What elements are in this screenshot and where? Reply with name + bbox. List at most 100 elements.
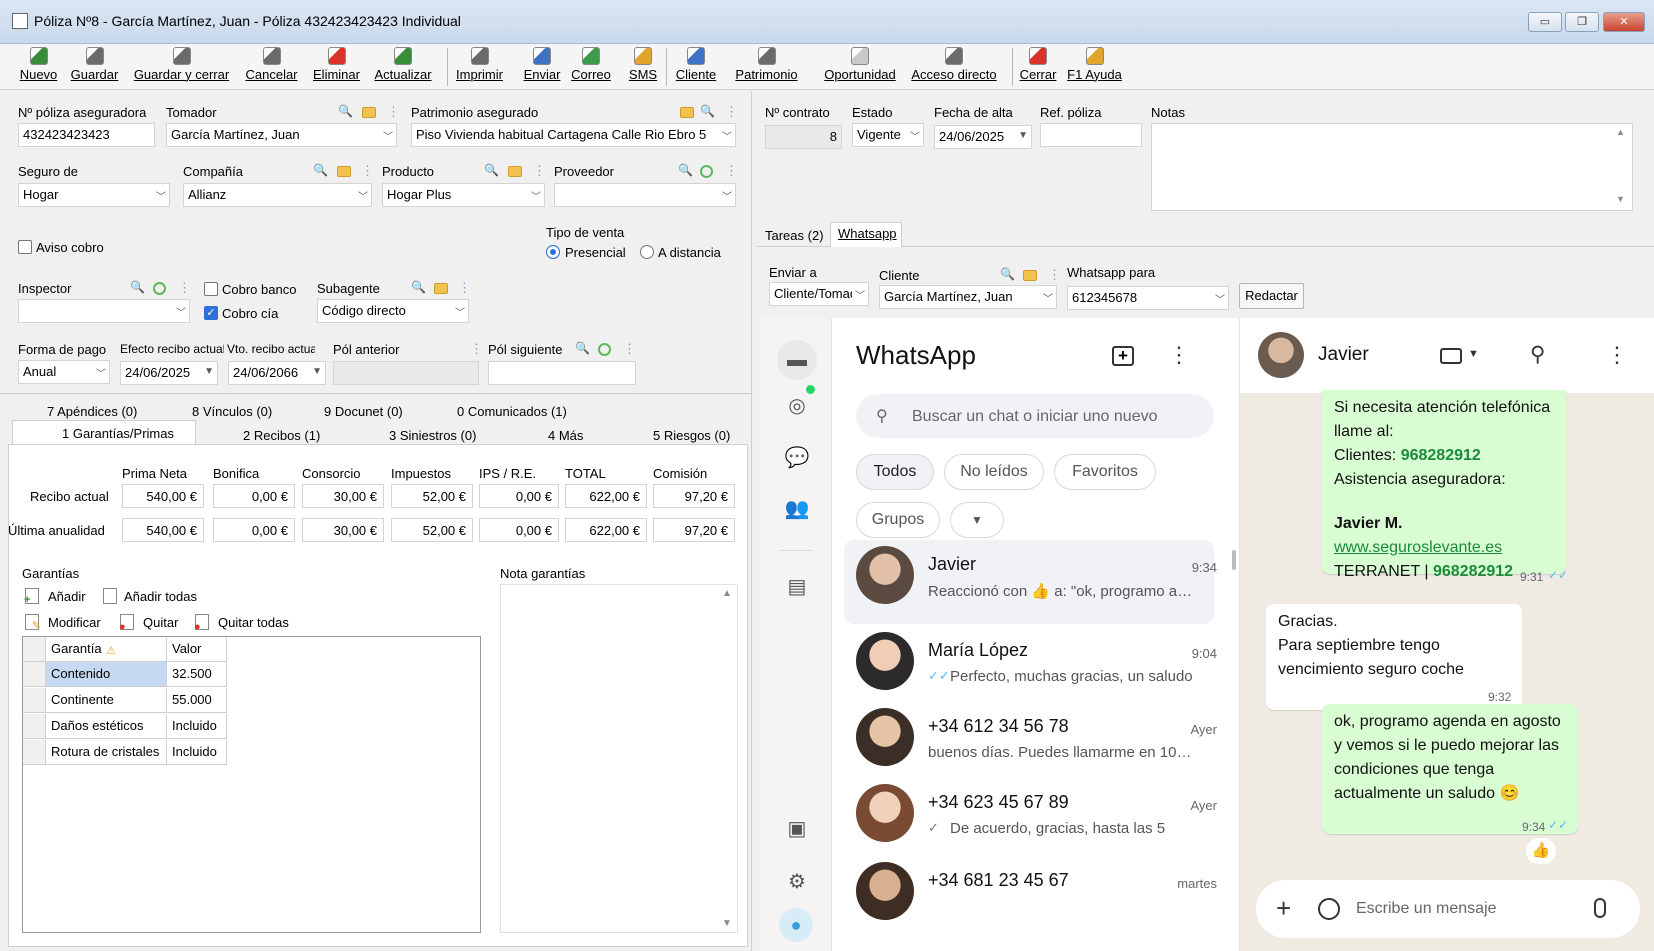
chip-more-dropdown[interactable]: ▼	[950, 502, 1004, 538]
tab-apendices[interactable]: 7 Apéndices (0)	[47, 404, 137, 419]
chip-todos[interactable]: Todos	[856, 454, 934, 490]
search-icon[interactable]: ⚲	[1530, 342, 1545, 367]
primas-value[interactable]: 0,00 €	[213, 484, 295, 508]
primas-value[interactable]: 0,00 €	[479, 484, 559, 508]
seguro-select[interactable]: Hogar ﹀	[18, 183, 170, 207]
row-header-cell[interactable]	[23, 637, 46, 662]
toolbar-cliente-button[interactable]: Cliente	[674, 44, 718, 90]
cobro-cia-checkbox[interactable]: ✓	[204, 306, 218, 320]
subagente-select[interactable]: Código directo ﹀	[317, 299, 469, 323]
more-icon[interactable]: ⋮	[387, 104, 400, 120]
close-window-button[interactable]: ✕	[1603, 12, 1645, 32]
scroll-down-icon[interactable]: ▼	[722, 918, 732, 929]
tab-garantias[interactable]: 1 Garantías/Primas	[62, 426, 174, 441]
tab-siniestros[interactable]: 3 Siniestros (0)	[389, 428, 476, 443]
more-icon[interactable]: ⋮	[1048, 267, 1061, 283]
toolbar-acceso-directo-button[interactable]: Acceso directo	[908, 44, 1000, 90]
attach-icon[interactable]: +	[1276, 893, 1291, 924]
search-icon[interactable]: 🔍	[575, 341, 590, 355]
garantia-name-cell[interactable]: Continente	[46, 688, 167, 713]
chip-grupos[interactable]: Grupos	[856, 502, 940, 538]
col-header-valor[interactable]: Valor	[167, 637, 227, 662]
garantia-name-cell[interactable]: Contenido	[46, 662, 167, 687]
search-placeholder[interactable]: Buscar un chat o iniciar uno nuevo	[912, 408, 1157, 426]
chip-favoritos[interactable]: Favoritos	[1054, 454, 1156, 490]
search-icon[interactable]: 🔍	[313, 163, 328, 177]
garantia-value-cell[interactable]: Incluido	[167, 740, 227, 765]
more-icon[interactable]: ⋮	[458, 280, 471, 296]
chats-icon[interactable]: ▬	[777, 340, 817, 380]
phone-number[interactable]: 968282912	[1401, 447, 1481, 464]
primas-value[interactable]: 30,00 €	[302, 518, 384, 542]
folder-icon[interactable]	[337, 166, 351, 177]
cliente-select[interactable]: García Martínez, Juan ﹀	[879, 285, 1057, 309]
menu-icon[interactable]: ⋮	[1606, 342, 1628, 368]
remove-all-button[interactable]: Quitar todas	[218, 615, 289, 630]
primas-value[interactable]: 0,00 €	[479, 518, 559, 542]
search-icon[interactable]: 🔍	[1000, 267, 1015, 281]
tomador-select[interactable]: García Martínez, Juan ﹀	[166, 123, 397, 147]
primas-value[interactable]: 97,20 €	[653, 484, 735, 508]
row-header-cell[interactable]	[23, 662, 46, 687]
search-icon[interactable]: 🔍	[678, 163, 693, 177]
ref-poliza-input[interactable]	[1040, 123, 1142, 147]
primas-value[interactable]: 30,00 €	[302, 484, 384, 508]
channels-icon[interactable]: 💬	[784, 445, 810, 471]
scroll-up-icon[interactable]: ▲	[722, 588, 732, 599]
add-icon[interactable]	[700, 165, 713, 178]
tab-comunicados[interactable]: 0 Comunicados (1)	[457, 404, 567, 419]
cobro-banco-checkbox[interactable]	[204, 282, 218, 296]
more-icon[interactable]: ⋮	[361, 163, 374, 179]
chat-list-scrollbar[interactable]	[1232, 550, 1236, 570]
producto-select[interactable]: Hogar Plus ﹀	[382, 183, 545, 207]
aviso-cobro-checkbox[interactable]	[18, 240, 32, 254]
poliza-input[interactable]: 432423423423	[18, 123, 155, 147]
emoji-icon[interactable]	[1318, 898, 1340, 920]
contact-name[interactable]: Javier	[1318, 344, 1369, 366]
toolbar-cancelar-button[interactable]: Cancelar	[244, 44, 299, 90]
add-all-button[interactable]: Añadir todas	[124, 589, 197, 604]
folder-icon[interactable]	[434, 283, 448, 294]
redactar-button[interactable]: Redactar	[1239, 283, 1304, 309]
garantia-name-cell[interactable]: Daños estéticos	[46, 714, 167, 739]
proveedor-select[interactable]: ﹀	[554, 183, 736, 207]
toolbar-guardar-y-cerrar-button[interactable]: Guardar y cerrar	[132, 44, 231, 90]
garantia-name-cell[interactable]: Rotura de cristales	[46, 740, 167, 765]
search-icon[interactable]: 🔍	[130, 280, 145, 294]
tab-vinculos[interactable]: 8 Vínculos (0)	[192, 404, 272, 419]
search-icon[interactable]: 🔍	[700, 104, 715, 118]
add-icon[interactable]	[598, 343, 611, 356]
store-icon[interactable]: ▤	[784, 574, 810, 600]
primas-value[interactable]: 540,00 €	[122, 484, 204, 508]
enviar-select[interactable]: Cliente/Tomador﹀	[769, 282, 869, 306]
row-header-cell[interactable]	[23, 714, 46, 739]
primas-value[interactable]: 540,00 €	[122, 518, 204, 542]
more-icon[interactable]: ⋮	[725, 163, 738, 179]
primas-value[interactable]: 97,20 €	[653, 518, 735, 542]
fecha-alta-date[interactable]: 24/06/2025 ▼	[934, 125, 1032, 149]
folder-icon[interactable]	[1023, 270, 1037, 281]
tab-whatsapp[interactable]: Whatsapp	[838, 226, 897, 241]
scroll-down-icon[interactable]: ▼	[1616, 194, 1625, 204]
folder-icon[interactable]	[508, 166, 522, 177]
efecto-date[interactable]: 24/06/2025 ▼	[120, 361, 218, 385]
message-link[interactable]: www.seguroslevante.es	[1334, 536, 1554, 560]
search-icon[interactable]: 🔍	[484, 163, 499, 177]
message-input[interactable]: Escribe un mensaje	[1356, 900, 1497, 918]
garantia-value-cell[interactable]: Incluido	[167, 714, 227, 739]
tab-recibos[interactable]: 2 Recibos (1)	[243, 428, 320, 443]
toolbar-eliminar-button[interactable]: Eliminar	[309, 44, 364, 90]
toolbar-sms-button[interactable]: SMS	[628, 44, 658, 90]
more-icon[interactable]: ⋮	[533, 163, 546, 179]
chip-no-leidos[interactable]: No leídos	[944, 454, 1044, 490]
video-call-icon[interactable]	[1440, 348, 1462, 364]
toolbar-imprimir-button[interactable]: Imprimir	[452, 44, 507, 90]
chevron-down-icon[interactable]: ▼	[1468, 348, 1479, 360]
presencial-radio[interactable]	[546, 245, 560, 259]
folder-icon[interactable]	[362, 107, 376, 118]
contact-avatar[interactable]	[1258, 332, 1304, 378]
new-chat-icon[interactable]: +	[1112, 346, 1134, 366]
microphone-icon[interactable]	[1594, 898, 1606, 918]
tab-mas[interactable]: 4 Más	[548, 428, 583, 443]
toolbar-f1-ayuda-button[interactable]: F1 Ayuda	[1066, 44, 1123, 90]
